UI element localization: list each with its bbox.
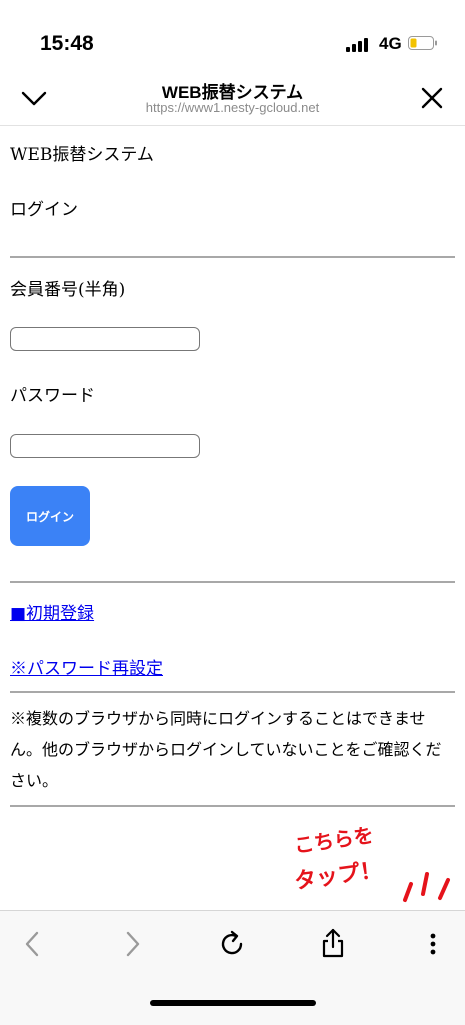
notice-text: ※複数のブラウザから同時にログインすることはできません。他のブラウザからログイン… [10, 709, 442, 790]
back-icon[interactable] [16, 927, 50, 961]
nav-url: https://www1.nesty-gcloud.net [145, 100, 320, 115]
signal-icon [346, 38, 368, 52]
divider [10, 581, 455, 583]
password-input[interactable] [10, 434, 200, 458]
reload-icon[interactable] [215, 927, 249, 961]
close-icon[interactable] [418, 84, 446, 112]
divider [10, 256, 455, 258]
status-bar: 15:48 4G [0, 0, 465, 70]
share-icon[interactable] [316, 927, 350, 961]
initial-registration-link[interactable]: ■初期登録 [10, 599, 94, 624]
page-heading: WEB振替システム [10, 145, 154, 165]
divider [10, 805, 455, 807]
more-icon[interactable] [416, 927, 450, 961]
forward-icon[interactable] [115, 927, 149, 961]
battery-icon [408, 36, 437, 50]
login-subheading: ログイン [10, 200, 78, 220]
member-number-input[interactable] [10, 327, 200, 351]
member-number-label: 会員番号(半角) [10, 280, 126, 300]
password-label: パスワード [10, 386, 95, 406]
login-button[interactable]: ログイン [10, 486, 90, 546]
browser-toolbar [0, 910, 465, 1025]
divider [10, 691, 455, 693]
password-reset-link[interactable]: ※パスワード再設定 [10, 654, 163, 679]
home-indicator [150, 1000, 316, 1006]
status-time: 15:48 [40, 32, 94, 55]
browser-nav-bar: WEB振替システム https://www1.nesty-gcloud.net [0, 70, 465, 126]
network-type: 4G [379, 34, 402, 53]
